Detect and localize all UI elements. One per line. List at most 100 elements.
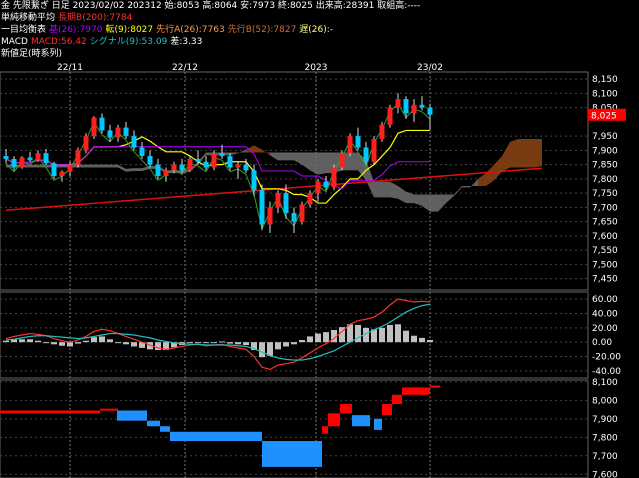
- candle-body: [419, 104, 425, 108]
- macd-histogram-bar: [323, 332, 329, 343]
- macd-histogram-bar: [411, 335, 417, 343]
- cloud-segment: [246, 145, 254, 153]
- candle-body: [347, 136, 353, 154]
- candle-body: [91, 117, 97, 137]
- macd-histogram-bar: [387, 324, 393, 343]
- candle-body: [331, 167, 337, 188]
- grid-lines: [0, 72, 588, 478]
- cloud-segment: [278, 152, 286, 161]
- cloud-segment: [286, 152, 294, 161]
- macd-histogram-bar: [299, 340, 305, 343]
- candlesticks: [3, 93, 433, 234]
- candle-body: [187, 158, 193, 171]
- cloud-segment: [350, 152, 358, 171]
- chart-canvas[interactable]: 22/11 22/12 2023 23/02 8,1508,1008,0507,950…: [0, 0, 639, 478]
- price-axis-label: 7,450: [592, 275, 618, 285]
- renko-block: [340, 404, 352, 414]
- candle-body: [203, 161, 209, 168]
- renko-block: [100, 408, 118, 411]
- cloud-segment: [534, 138, 542, 168]
- cloud-segment: [494, 156, 502, 181]
- cloud-segment: [510, 138, 518, 168]
- candle-body: [107, 130, 113, 138]
- candle-body: [315, 181, 321, 194]
- candle-body: [11, 158, 17, 168]
- macd-histogram-bar: [91, 337, 97, 343]
- candle-body: [283, 193, 289, 214]
- cloud-segment: [318, 152, 326, 175]
- cloud-segment: [478, 173, 486, 186]
- macd-indicator: [0, 298, 588, 372]
- x-axis-label: 2023: [305, 63, 328, 73]
- cloud-segment: [406, 191, 414, 204]
- price-axis-label: 7,850: [592, 161, 618, 171]
- price-axis-label: 7,550: [592, 246, 618, 256]
- renko-block: [160, 426, 170, 432]
- candle-body: [139, 147, 145, 157]
- candle-body: [379, 124, 385, 139]
- candle-body: [339, 153, 345, 168]
- macd-histogram-bar: [395, 324, 401, 343]
- macd-axis-label: 40.00: [592, 310, 618, 320]
- candle-body: [75, 150, 81, 165]
- macd-histogram-bar: [235, 342, 241, 345]
- cloud-segment: [78, 164, 86, 168]
- cloud-segment: [398, 185, 406, 204]
- candle-body: [59, 171, 65, 177]
- renko-block: [352, 415, 370, 427]
- candle-body: [427, 107, 433, 115]
- cloud-segment: [30, 164, 38, 168]
- macd-histogram-bar: [107, 339, 113, 343]
- price-panel-frame: [0, 71, 589, 291]
- macd-histogram-bar: [267, 342, 273, 356]
- renko-block: [147, 420, 160, 427]
- candle-body: [403, 99, 409, 114]
- price-tag-text: 8,025: [591, 112, 617, 122]
- macd-histogram-bar: [115, 342, 121, 344]
- candle-body: [19, 157, 25, 168]
- candle-body: [131, 136, 137, 148]
- candle-body: [51, 163, 57, 177]
- price-axis-label: 7,800: [592, 175, 618, 185]
- price-axis-label: 7,700: [592, 203, 618, 213]
- candle-body: [259, 190, 265, 225]
- candle-body: [163, 170, 169, 177]
- candle-body: [291, 213, 297, 222]
- renko-block: [262, 441, 322, 467]
- candle-body: [395, 99, 401, 108]
- macd-axis-label: 0.00: [592, 338, 612, 348]
- cloud-segment: [102, 164, 110, 168]
- renko-axis-label: 7,700: [592, 452, 618, 462]
- renko-axis-label: 7,800: [592, 433, 618, 443]
- macd-axis-label: -20.00: [592, 353, 621, 363]
- macd-histogram-bar: [195, 342, 201, 344]
- cloud-segment: [94, 164, 102, 168]
- macd-histogram-bar: [315, 333, 321, 343]
- cloud-segment: [310, 152, 318, 175]
- macd-histogram-bar: [123, 342, 129, 345]
- macd-histogram-bar: [211, 342, 217, 344]
- macd-histogram-bar: [275, 342, 281, 350]
- macd-histogram-bar: [347, 324, 353, 343]
- candle-body: [123, 127, 129, 137]
- cloud-segment: [294, 152, 302, 165]
- macd-histogram-bar: [219, 341, 225, 343]
- cloud-segment: [462, 185, 470, 188]
- macd-axis-label: 60.00: [592, 295, 618, 305]
- renko-block: [322, 426, 328, 434]
- price-axis-label: 7,950: [592, 132, 618, 142]
- candle-body: [211, 153, 217, 168]
- macd-histogram-bar: [99, 336, 105, 343]
- candle-body: [363, 147, 369, 162]
- candle-body: [411, 104, 417, 114]
- price-axis-label: 7,650: [592, 218, 618, 228]
- macd-histogram-bar: [283, 342, 289, 347]
- cloud-segment: [110, 164, 118, 168]
- cloud-segment: [302, 152, 310, 171]
- renko-block: [170, 431, 262, 442]
- cloud-segment: [254, 145, 262, 153]
- candle-body: [355, 136, 361, 148]
- cloud-segment: [502, 141, 510, 172]
- candle-body: [171, 164, 177, 171]
- candle-body: [99, 117, 105, 131]
